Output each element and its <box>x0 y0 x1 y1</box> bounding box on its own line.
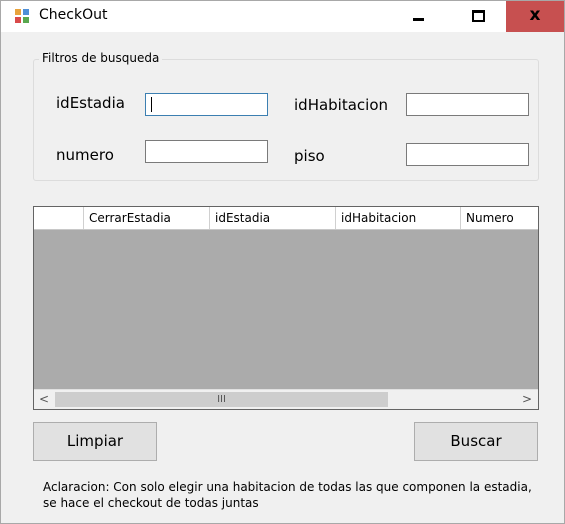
text-caret <box>151 97 152 112</box>
grid-header: CerrarEstadia idEstadia idHabitacion Num… <box>34 207 538 230</box>
close-icon: x <box>529 5 541 25</box>
note-line-2: se hace el checkout de todas juntas <box>43 496 259 510</box>
idhabitacion-input[interactable] <box>406 93 529 116</box>
column-header-idhabitacion[interactable]: idHabitacion <box>336 207 461 229</box>
column-header-idestadia[interactable]: idEstadia <box>210 207 336 229</box>
buscar-button[interactable]: Buscar <box>414 422 538 461</box>
minimize-icon <box>413 18 424 21</box>
column-header-numero[interactable]: Numero <box>461 207 538 229</box>
window-title: CheckOut <box>39 7 108 23</box>
scroll-right-icon[interactable]: > <box>518 390 536 409</box>
maximize-icon <box>472 10 485 22</box>
minimize-button[interactable] <box>390 1 448 32</box>
numero-input[interactable] <box>145 140 268 163</box>
title-bar[interactable]: CheckOut x <box>1 1 564 32</box>
idestadia-label: idEstadia <box>56 94 125 112</box>
close-button[interactable]: x <box>506 1 564 32</box>
app-icon <box>15 9 29 23</box>
grip-icon: III <box>217 394 226 405</box>
row-header-corner[interactable] <box>34 207 84 229</box>
note-line-1: Aclaracion: Con solo elegir una habitaci… <box>43 480 532 494</box>
filters-legend: Filtros de busqueda <box>39 51 163 65</box>
scroll-thumb[interactable]: III <box>55 392 388 407</box>
column-header-cerrarestadia[interactable]: CerrarEstadia <box>84 207 210 229</box>
scroll-left-icon[interactable]: < <box>35 390 53 409</box>
numero-label: numero <box>56 146 114 164</box>
horizontal-scrollbar[interactable]: < III > <box>34 389 538 409</box>
clarification-note: Aclaracion: Con solo elegir una habitaci… <box>43 479 543 511</box>
piso-label: piso <box>294 147 325 165</box>
maximize-button[interactable] <box>448 1 506 32</box>
limpiar-button[interactable]: Limpiar <box>33 422 157 461</box>
idestadia-input[interactable] <box>145 93 268 116</box>
idhabitacion-label: idHabitacion <box>294 96 389 114</box>
piso-input[interactable] <box>406 143 529 166</box>
checkout-window: CheckOut x Filtros de busqueda idEstadia… <box>0 0 565 524</box>
results-grid[interactable]: CerrarEstadia idEstadia idHabitacion Num… <box>33 206 539 410</box>
